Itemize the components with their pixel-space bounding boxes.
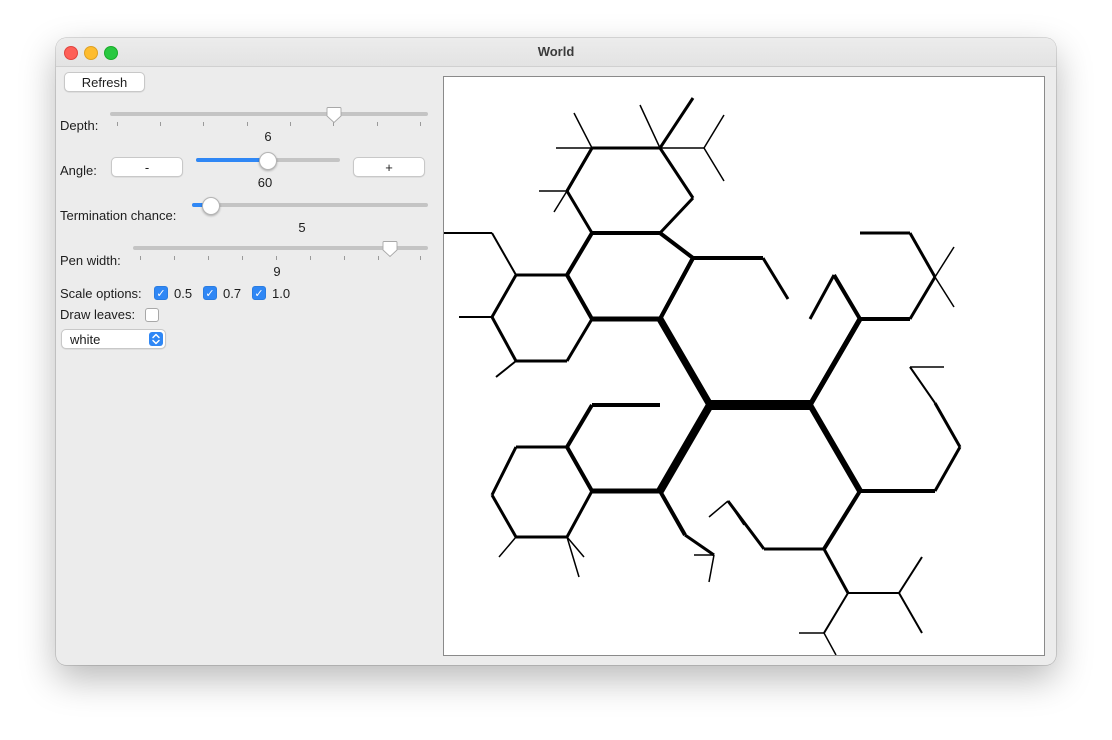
- fractal-branch: [684, 533, 715, 557]
- fractal-branch: [491, 232, 517, 276]
- scale-1-0-label: 1.0: [272, 286, 291, 301]
- fractal-branch: [495, 360, 517, 378]
- fractal-branch: [639, 104, 661, 149]
- angle-label: Angle:: [60, 163, 97, 178]
- fractal-branch: [658, 490, 687, 536]
- depth-slider-thumb[interactable]: [326, 106, 342, 124]
- fractal-branch: [832, 273, 862, 321]
- fractal-branch: [553, 190, 568, 213]
- fractal-branch: [565, 403, 594, 449]
- refresh-button[interactable]: Refresh: [64, 72, 145, 92]
- pen-width-value: 9: [273, 264, 281, 279]
- depth-slider-track[interactable]: [110, 112, 428, 116]
- angle-value: 60: [257, 175, 273, 190]
- depth-value: 6: [264, 129, 272, 144]
- fractal-branch: [490, 316, 518, 362]
- fractal-branch: [658, 257, 695, 320]
- fractal-branch: [656, 402, 714, 494]
- angle-slider-thumb[interactable]: [259, 152, 277, 170]
- fractal-branch: [909, 366, 925, 388]
- fractal-branch: [822, 489, 862, 551]
- scale-0-5-checkbox[interactable]: ✓: [154, 286, 168, 300]
- fractal-branch: [573, 112, 593, 149]
- fractal-branch: [503, 516, 517, 538]
- fractal-branch: [823, 592, 849, 634]
- fractal-branch: [658, 97, 695, 149]
- fractal-branch: [565, 190, 594, 234]
- fractal-branch: [703, 147, 725, 182]
- pen-width-slider-thumb[interactable]: [382, 240, 398, 258]
- fractal-branch: [823, 632, 837, 655]
- draw-leaves-checkbox[interactable]: [145, 308, 159, 322]
- fractal-branch: [807, 403, 863, 493]
- termination-slider-thumb[interactable]: [202, 197, 220, 215]
- angle-slider-fill: [196, 158, 268, 162]
- scale-0-7-label: 0.7: [223, 286, 242, 301]
- angle-increment-button[interactable]: +: [353, 157, 425, 177]
- drawing-canvas[interactable]: [443, 76, 1045, 656]
- fractal-branch: [727, 500, 745, 526]
- color-select-value: white: [70, 332, 101, 347]
- fractal-branch: [498, 536, 517, 558]
- fractal-branch: [898, 592, 923, 634]
- fractal-branch: [908, 276, 937, 320]
- fractal-branch: [898, 556, 923, 594]
- fractal-branch: [822, 548, 850, 594]
- scale-0-7-checkbox[interactable]: ✓: [203, 286, 217, 300]
- angle-decrement-button[interactable]: -: [111, 157, 183, 177]
- fractal-branch: [565, 446, 594, 492]
- fractal-branch: [708, 500, 729, 518]
- fractal-branch: [933, 446, 962, 492]
- fractal-tree-drawing: [444, 97, 962, 655]
- fractal-branch: [658, 147, 695, 199]
- fractal-branch: [565, 318, 594, 362]
- fractal-branch: [708, 554, 715, 583]
- pen-width-label: Pen width:: [60, 253, 121, 268]
- fractal-branch: [490, 274, 518, 318]
- termination-chance-label: Termination chance:: [60, 208, 177, 223]
- depth-label: Depth:: [60, 118, 99, 133]
- fractal-branch: [565, 231, 594, 277]
- fractal-branch: [658, 231, 695, 260]
- draw-leaves-label: Draw leaves:: [60, 307, 136, 322]
- termination-chance-value: 5: [298, 220, 306, 235]
- fractal-branch: [934, 276, 955, 308]
- fractal-branch: [808, 274, 836, 320]
- fractal-branch: [703, 114, 725, 149]
- fractal-branch: [565, 490, 594, 538]
- fractal-branch: [565, 274, 594, 320]
- app-window: World Refresh Depth: 6 Angle: - + 60 Ter…: [56, 38, 1056, 665]
- title-bar[interactable]: World: [56, 38, 1056, 67]
- fractal-branch: [933, 402, 962, 448]
- fractal-branch: [807, 317, 863, 407]
- fractal-branch: [490, 446, 518, 496]
- color-select[interactable]: white: [61, 329, 166, 349]
- fractal-branch: [565, 147, 594, 192]
- window-title: World: [537, 44, 575, 59]
- fractal-branch: [908, 232, 937, 278]
- fractal-branch: [761, 257, 790, 300]
- scale-1-0-checkbox[interactable]: ✓: [252, 286, 266, 300]
- scale-0-5-label: 0.5: [174, 286, 193, 301]
- fractal-branch: [656, 317, 714, 407]
- scale-options-label: Scale options:: [60, 286, 142, 301]
- fractal-branch: [934, 246, 955, 278]
- chevron-up-down-icon: [149, 332, 163, 346]
- termination-slider-track[interactable]: [192, 203, 428, 207]
- fractal-branch: [658, 196, 695, 235]
